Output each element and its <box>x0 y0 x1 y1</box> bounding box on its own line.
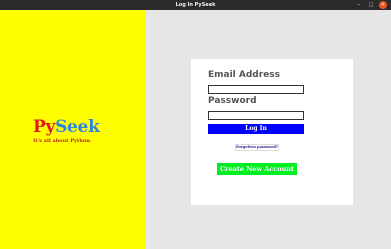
email-label: Email Address <box>208 70 281 80</box>
password-label: Password <box>208 96 257 106</box>
email-field[interactable] <box>208 85 304 94</box>
forgot-password-button[interactable]: Forgotten password? <box>235 144 279 151</box>
maximize-icon[interactable]: □ <box>367 1 375 9</box>
brand-seek: Seek <box>55 117 100 137</box>
login-card: Email Address Password Log In Forgotten … <box>191 59 353 205</box>
brand-py: Py <box>33 117 56 137</box>
window-titlebar: Log In PySeek – □ ✕ <box>0 0 391 10</box>
brand-logo: PySeek <box>33 117 100 137</box>
create-account-button[interactable]: Create New Account <box>217 163 297 175</box>
brand-panel: PySeek It's all about Python. <box>0 10 146 249</box>
close-icon[interactable]: ✕ <box>379 1 387 9</box>
login-button[interactable]: Log In <box>208 124 304 134</box>
password-field[interactable] <box>208 111 304 120</box>
brand-tagline: It's all about Python. <box>33 138 92 144</box>
minimize-icon[interactable]: – <box>355 1 363 9</box>
window-title: Log In PySeek <box>175 2 216 8</box>
